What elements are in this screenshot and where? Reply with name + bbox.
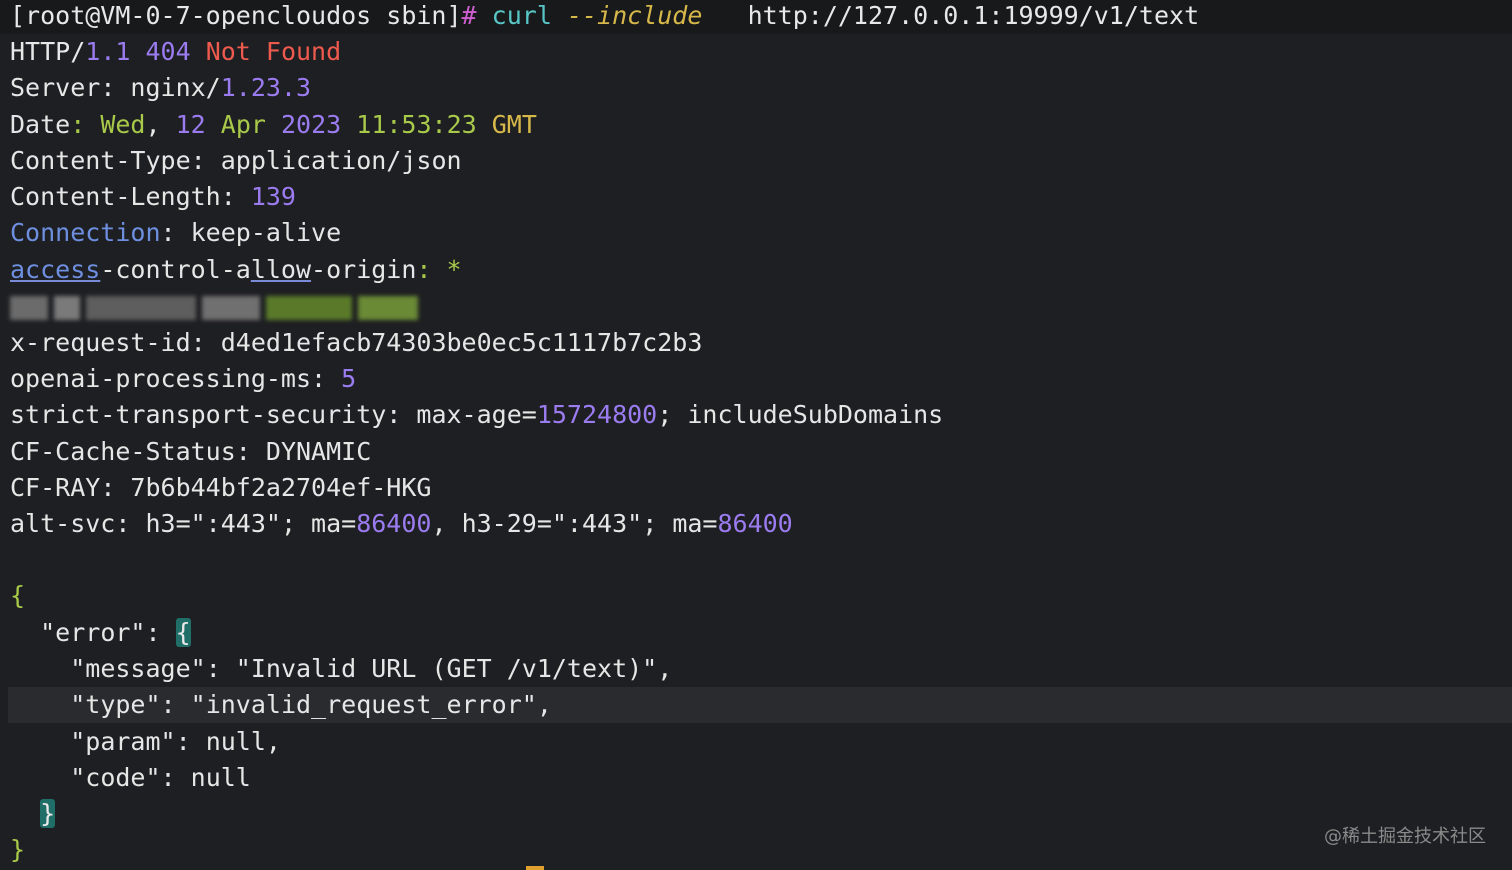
json-param-line: "param": null, bbox=[70, 727, 281, 756]
prompt-symbol: # bbox=[461, 1, 477, 30]
header-acao: access-control-allow-origin: * bbox=[10, 255, 462, 284]
header-cf-cache: CF-Cache-Status: DYNAMIC bbox=[10, 437, 372, 466]
redacted-block bbox=[202, 296, 260, 320]
prompt-line: [root@VM-0-7-opencloudos sbin]# curl --i… bbox=[10, 0, 1199, 34]
json-close-brace: } bbox=[10, 835, 26, 864]
status-code: 404 bbox=[145, 37, 191, 66]
terminal-window[interactable]: [root@VM-0-7-opencloudos sbin]# curl --i… bbox=[0, 0, 1512, 870]
command-name: curl bbox=[491, 1, 552, 30]
header-request-id: x-request-id: d4ed1efacb74303be0ec5c1117… bbox=[10, 328, 703, 357]
redacted-block bbox=[86, 296, 196, 320]
header-content-type: Content-Type: application/json bbox=[10, 146, 462, 175]
redacted-block bbox=[54, 296, 80, 320]
header-content-length: Content-Length: 139 bbox=[10, 182, 296, 211]
json-code-line: "code": null bbox=[70, 763, 251, 792]
json-open-brace: { bbox=[10, 581, 26, 610]
status-text: Not Found bbox=[205, 37, 342, 66]
redacted-line bbox=[10, 296, 418, 322]
header-connection: Connection: keep-alive bbox=[10, 218, 342, 247]
command-flag: --include bbox=[566, 1, 703, 30]
matched-brace: } bbox=[40, 799, 56, 828]
header-cf-ray: CF-RAY: 7b6b44bf2a2704ef-HKG bbox=[10, 473, 432, 502]
redacted-block bbox=[358, 296, 418, 320]
json-error-line: "error": { bbox=[40, 618, 191, 647]
redacted-block bbox=[10, 296, 48, 320]
json-error-close-line: } bbox=[10, 796, 56, 832]
header-date: Date: Wed, 12 Apr 2023 11:53:23 GMT bbox=[10, 110, 537, 139]
terminal-cursor bbox=[526, 866, 544, 870]
json-type-line: "type": "invalid_request_error", bbox=[70, 690, 552, 719]
json-message-line: "message": "Invalid URL (GET /v1/text)", bbox=[70, 654, 673, 683]
redacted-block bbox=[266, 296, 352, 320]
header-processing-ms: openai-processing-ms: 5 bbox=[10, 364, 357, 393]
status-version: 1.1 bbox=[85, 37, 131, 66]
watermark: @稀土掘金技术社区 bbox=[1324, 826, 1486, 847]
status-line: HTTP/1.1 404 Not Found bbox=[10, 34, 341, 70]
header-alt-svc: alt-svc: h3=":443"; ma=86400, h3-29=":44… bbox=[10, 509, 793, 538]
command-url: http://127.0.0.1:19999/v1/text bbox=[747, 1, 1200, 30]
header-sts: strict-transport-security: max-age=15724… bbox=[10, 400, 944, 429]
status-proto: HTTP/ bbox=[10, 37, 86, 66]
header-server: Server: nginx/1.23.3 bbox=[10, 73, 312, 102]
prompt-user-host: [root@VM-0-7-opencloudos sbin] bbox=[10, 1, 462, 30]
matched-brace: { bbox=[175, 618, 191, 647]
